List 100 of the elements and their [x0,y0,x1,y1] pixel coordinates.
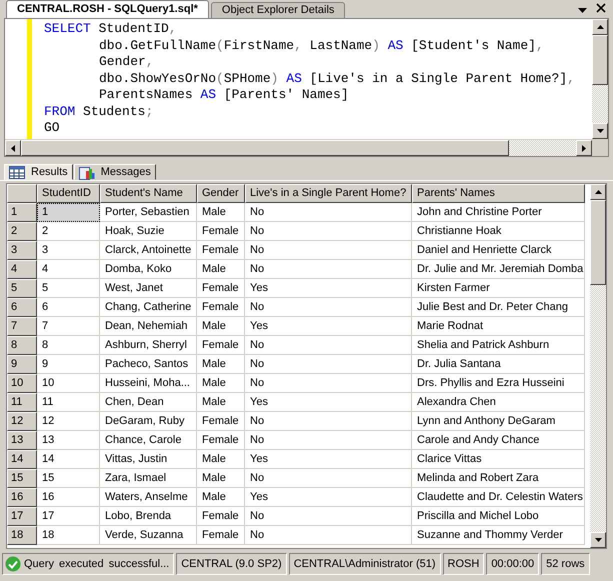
table-cell: No [245,298,412,317]
column-header[interactable]: Live's in a Single Parent Home? [245,184,412,203]
document-tab[interactable]: CENTRAL.ROSH - SQLQuery1.sql* [6,0,209,18]
column-header[interactable]: Student's Name [100,184,197,203]
close-icon[interactable] [596,3,606,13]
status-field: 52 rows [541,553,590,575]
row-header[interactable]: 11 [7,393,37,412]
table-cell: Priscilla and Michel Lobo [412,507,585,526]
table-cell: DeGaram, Ruby [100,412,197,431]
report-icon [78,164,95,180]
row-header[interactable]: 15 [7,469,37,488]
row-header[interactable]: 18 [7,526,37,545]
status-field: CENTRAL (9.0 SP2) [176,553,287,575]
table-cell: Male [197,393,245,412]
table-cell: No [245,222,412,241]
table-cell: Drs. Phyllis and Ezra Husseini [412,374,585,393]
grid-icon [9,166,25,178]
scroll-thumb[interactable] [592,35,608,85]
row-header[interactable]: 3 [7,241,37,260]
column-header[interactable]: Gender [197,184,245,203]
code-line: dbo.ShowYesOrNo(SPHome) AS [Live's in a Single Parent Home?], [98,70,576,87]
table-cell: Julie Best and Dr. Peter Chang [412,298,585,317]
row-header[interactable]: 12 [7,412,37,431]
table-cell: Ashburn, Sherryl [100,336,197,355]
scroll-right-icon[interactable] [582,144,586,152]
row-header[interactable]: 8 [7,336,37,355]
row-header[interactable]: 13 [7,431,37,450]
status-field: 00:00:00 [486,553,540,575]
column-header[interactable]: Parents' Names [412,184,585,203]
code-line: ParentsNames AS [Parents' Names] [98,87,350,104]
table-cell: Pacheco, Santos [100,355,197,374]
row-header[interactable]: 9 [7,355,37,374]
table-cell: 9 [37,355,100,374]
table-cell: Yes [245,488,412,507]
scrollbar-corner [592,140,608,156]
horizontal-scrollbar[interactable] [5,139,608,156]
grid-corner[interactable] [7,184,37,203]
row-header[interactable]: 7 [7,317,37,336]
scroll-down-icon[interactable] [594,538,602,542]
table-cell: Vittas, Justin [100,450,197,469]
table-cell: Daniel and Henriette Clarck [412,241,585,260]
scroll-left-icon[interactable] [11,144,15,152]
table-cell: Melinda and Robert Zara [412,469,585,488]
table-cell: Yes [245,393,412,412]
row-header[interactable]: 10 [7,374,37,393]
table-cell: Lynn and Anthony DeGaram [412,412,585,431]
table-cell: No [245,412,412,431]
code-editor[interactable]: SELECT StudentID, dbo.GetFullName(FirstName, LastName) AS [Student's Name], Gender, dbo.ShowYesOrNo(SPHome) AS [Live's in a Single Parent Home?], ParentsNames AS [Parents' Names] FROM Students; GO [32,19,592,139]
row-header[interactable]: 16 [7,488,37,507]
results-tab[interactable]: Messages [74,164,156,180]
dropdown-icon[interactable] [578,8,587,13]
table-cell: Dr. Julie and Mr. Jeremiah Domba [412,260,585,279]
document-tab[interactable]: Object Explorer Details [210,2,346,18]
row-header[interactable]: 1 [7,203,37,222]
row-header[interactable]: 4 [7,260,37,279]
row-header[interactable]: 17 [7,507,37,526]
scroll-down-icon[interactable] [596,129,604,133]
table-cell: Shelia and Patrick Ashburn [412,336,585,355]
table-cell: Female [197,336,245,355]
table-cell: 12 [37,412,100,431]
table-cell: 16 [37,488,100,507]
row-header[interactable]: 14 [7,450,37,469]
table-cell: Yes [245,317,412,336]
scroll-up-icon[interactable] [596,25,604,29]
vertical-scrollbar[interactable] [592,19,608,139]
vertical-scrollbar[interactable] [590,184,606,548]
table-cell: No [245,431,412,450]
row-header[interactable]: 5 [7,279,37,298]
table-cell: Chang, Catherine [100,298,197,317]
status-field: ROSH [442,553,484,575]
table-cell: 1 [37,203,100,222]
table-cell: No [245,526,412,545]
scroll-thumb[interactable] [590,200,606,285]
scroll-thumb[interactable] [21,140,509,156]
table-cell: Male [197,450,245,469]
table-cell: No [245,355,412,374]
table-cell: Lobo, Brenda [100,507,197,526]
table-cell: Female [197,431,245,450]
table-cell: 15 [37,469,100,488]
row-header[interactable]: 6 [7,298,37,317]
scroll-up-icon[interactable] [594,190,602,194]
table-cell: No [245,336,412,355]
status-field: CENTRAL\Administrator (51) [288,553,441,575]
table-cell: 3 [37,241,100,260]
row-header[interactable]: 2 [7,222,37,241]
table-cell: Domba, Koko [100,260,197,279]
table-cell: West, Janet [100,279,197,298]
table-cell: 5 [37,279,100,298]
table-cell: Chance, Carole [100,431,197,450]
table-cell: 8 [37,336,100,355]
table-cell: Suzanne and Thommy Verder [412,526,585,545]
table-cell: Male [197,374,245,393]
table-cell: John and Christine Porter [412,203,585,222]
table-cell: 13 [37,431,100,450]
table-cell: No [245,241,412,260]
table-cell: Carole and Andy Chance [412,431,585,450]
results-tab[interactable]: Results [4,164,73,180]
table-cell: No [245,374,412,393]
column-header[interactable]: StudentID [37,184,100,203]
table-cell: No [245,203,412,222]
